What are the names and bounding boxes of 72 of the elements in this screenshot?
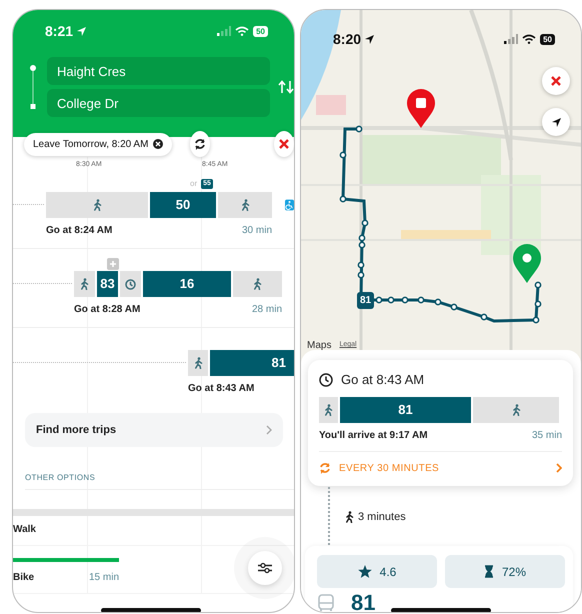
route-number: 81 bbox=[351, 592, 376, 612]
status-time: 8:20 bbox=[333, 30, 362, 48]
walking-icon bbox=[92, 199, 102, 211]
star-icon bbox=[358, 565, 372, 578]
trip-duration: 30 min bbox=[242, 224, 272, 238]
location-arrow-icon bbox=[76, 26, 88, 36]
walking-icon bbox=[512, 404, 520, 416]
leave-time-chip[interactable]: Leave Tomorrow, 8:20 AM bbox=[24, 132, 172, 156]
status-time: 8:21 bbox=[45, 22, 74, 40]
refresh-button[interactable] bbox=[190, 131, 210, 157]
route-segment[interactable]: 50 bbox=[150, 192, 216, 218]
departure-time: Go at 8:28 AM bbox=[74, 303, 140, 317]
trip-duration: 28 min bbox=[252, 303, 282, 317]
route-badge: 81 bbox=[357, 292, 374, 309]
departure-time: Go at 8:43 AM bbox=[188, 382, 254, 396]
signal-icon bbox=[217, 26, 232, 36]
route-segment[interactable]: 16 bbox=[143, 271, 231, 297]
option-label[interactable]: Walk bbox=[13, 522, 36, 537]
find-more-trips-button[interactable]: Find more trips bbox=[25, 413, 283, 447]
trip-duration: 35 min bbox=[532, 428, 562, 442]
route-dots-icon bbox=[29, 64, 37, 110]
refresh-icon bbox=[194, 138, 206, 150]
clear-icon bbox=[153, 139, 164, 149]
arrival-time: You'll arrive at 9:17 AM bbox=[319, 428, 428, 442]
repeat-icon bbox=[319, 462, 331, 474]
departure-time: Go at 8:24 AM bbox=[46, 224, 112, 238]
maps-attribution: Maps bbox=[307, 339, 332, 353]
walking-icon bbox=[80, 278, 89, 290]
option-duration: 15 min bbox=[88, 571, 119, 585]
battery-indicator: 50 bbox=[540, 34, 555, 44]
filter-button[interactable] bbox=[248, 551, 282, 585]
location-pin-icon bbox=[407, 89, 435, 128]
navigation-arrow-icon bbox=[550, 116, 562, 128]
walking-icon bbox=[345, 511, 354, 524]
walk-duration: 3 minutes bbox=[358, 510, 406, 525]
departure-time: Go at 8:43 AM bbox=[341, 371, 424, 389]
chevron-right-icon bbox=[556, 463, 562, 473]
battery-indicator: 50 bbox=[253, 26, 268, 36]
walk-segment[interactable] bbox=[188, 350, 208, 376]
clock-icon bbox=[319, 372, 333, 387]
alternative-label: or bbox=[190, 178, 198, 190]
close-button[interactable] bbox=[274, 131, 294, 157]
sliders-icon bbox=[257, 562, 273, 574]
route-segment[interactable]: 81 bbox=[340, 396, 471, 422]
walking-icon bbox=[253, 278, 262, 290]
wifi-icon bbox=[235, 26, 250, 36]
location-arrow-icon bbox=[364, 34, 376, 44]
clock-icon bbox=[125, 278, 136, 290]
wait-segment[interactable] bbox=[120, 271, 141, 297]
walk-segment[interactable] bbox=[233, 271, 282, 297]
chevron-right-icon bbox=[266, 425, 272, 435]
destination-field[interactable]: College Dr bbox=[47, 89, 270, 117]
section-heading: OTHER OPTIONS bbox=[25, 472, 96, 484]
walk-segment[interactable] bbox=[218, 192, 272, 218]
option-label[interactable]: Bike bbox=[13, 570, 34, 585]
origin-field[interactable]: Haight Cres bbox=[47, 57, 270, 85]
crowding-tile[interactable]: 72% bbox=[445, 555, 565, 588]
walk-segment[interactable] bbox=[319, 396, 338, 422]
walking-icon bbox=[240, 199, 250, 211]
trip-card[interactable]: Go at 8:43 AM 81 You'll arrive at 9:17 AM 35 min EVERY 30 MINUTES bbox=[308, 360, 573, 486]
close-icon bbox=[279, 139, 290, 149]
location-pin-icon bbox=[513, 244, 541, 283]
signal-icon bbox=[504, 34, 518, 44]
route-segment[interactable]: 81 bbox=[210, 350, 294, 376]
wifi-icon bbox=[522, 34, 536, 44]
walk-segment[interactable] bbox=[74, 271, 95, 297]
route-segment[interactable]: 83 bbox=[97, 271, 118, 297]
hourglass-icon bbox=[484, 565, 494, 578]
close-icon bbox=[551, 76, 561, 86]
walking-icon bbox=[324, 404, 333, 416]
walking-icon bbox=[194, 357, 202, 369]
rating-tile[interactable]: 4.6 bbox=[317, 555, 437, 588]
